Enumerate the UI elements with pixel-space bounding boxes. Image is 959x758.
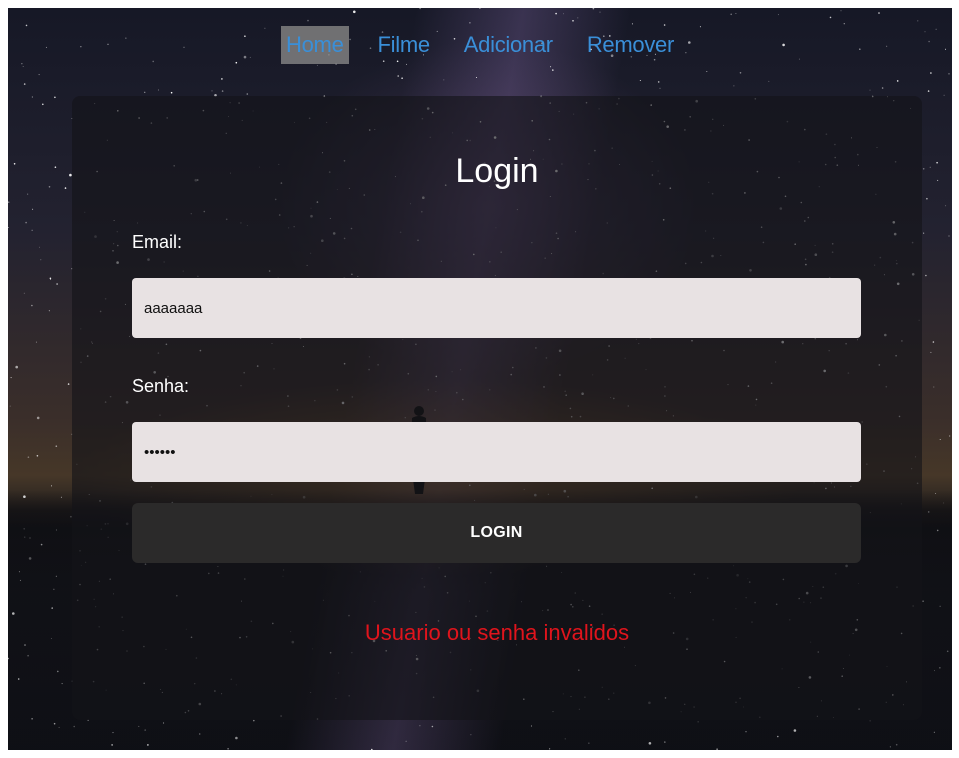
nav-link-home[interactable]: Home xyxy=(281,26,349,64)
password-field[interactable] xyxy=(132,422,861,482)
error-message: Usuario ou senha invalidos xyxy=(364,620,630,645)
nav-link-filme[interactable]: Filme xyxy=(373,26,435,64)
nav-link-remover[interactable]: Remover xyxy=(582,26,679,64)
email-label: Email: xyxy=(132,232,183,252)
nav-link-adicionar[interactable]: Adicionar xyxy=(459,26,558,64)
email-field[interactable] xyxy=(132,278,861,338)
top-nav: Home Filme Adicionar Remover xyxy=(8,26,952,64)
page-background: Home Filme Adicionar Remover Login Email… xyxy=(8,8,952,750)
login-button[interactable]: LOGIN xyxy=(132,503,861,563)
login-panel: Login Email: Senha: LOGIN Usuario ou sen… xyxy=(72,96,922,720)
login-title: Login xyxy=(455,152,539,190)
password-label: Senha: xyxy=(132,376,190,396)
